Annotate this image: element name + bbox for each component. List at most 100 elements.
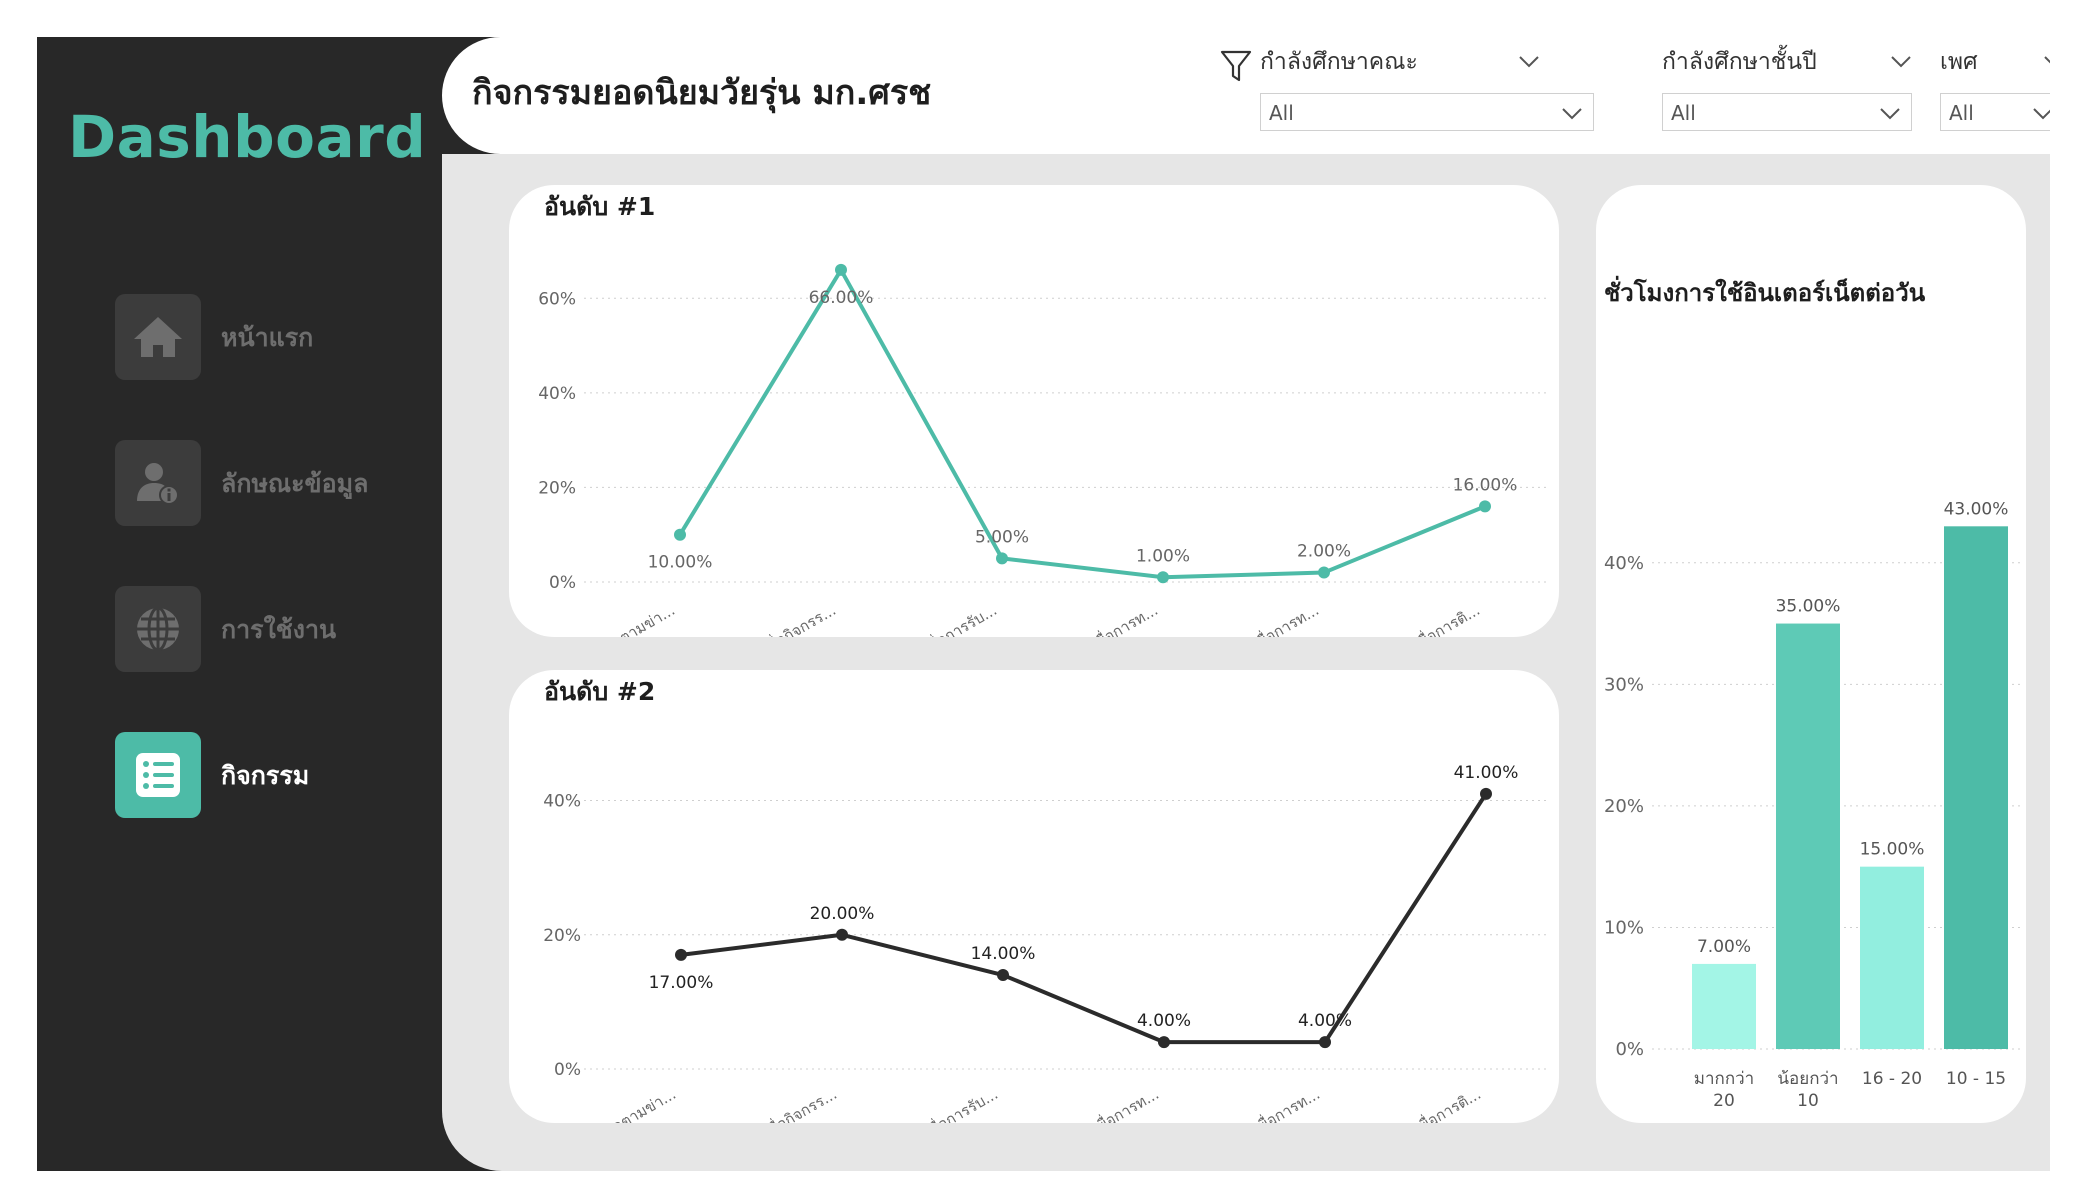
rank1-series-line bbox=[678, 267, 1486, 580]
slicer-year-label: กำลังศึกษาชั้นปี bbox=[1662, 49, 1817, 75]
rank2-data-point[interactable] bbox=[1480, 787, 1492, 800]
nav-label-usage: การใช้งาน bbox=[221, 615, 337, 644]
rank2-y-tick-label: 40% bbox=[543, 792, 581, 812]
rank2-x-tick-label: เพื่อการรับ... bbox=[920, 1083, 1001, 1123]
bar-data-label: 35.00% bbox=[1776, 597, 1841, 617]
bar-y-tick-label: 10% bbox=[1604, 917, 1644, 938]
rank2-data-label: 41.00% bbox=[1454, 763, 1519, 783]
rank1-data-point[interactable] bbox=[1479, 500, 1491, 513]
rank1-y-tick-label: 60% bbox=[538, 289, 576, 309]
rank1-y-tick-label: 20% bbox=[538, 478, 576, 498]
chevron-down-icon bbox=[2033, 108, 2050, 120]
rank1-line-chart: 0% 20% 40% 60% 10.00% 66.00% 5.00% 1.00% 2.00% 16… bbox=[538, 263, 1549, 637]
rank1-data-point[interactable] bbox=[1318, 566, 1330, 579]
rank2-data-label: 20.00% bbox=[810, 904, 875, 924]
rank1-data-point[interactable] bbox=[1157, 571, 1169, 584]
slicer-gender: เพศ All bbox=[1940, 45, 2050, 135]
rank2-data-label: 14.00% bbox=[971, 944, 1036, 964]
bar-category-label: มากกว่า bbox=[1694, 1069, 1754, 1089]
slicer-gender-label: เพศ bbox=[1940, 49, 1978, 75]
nav-label-data-profile: ลักษณะข้อมูล bbox=[221, 469, 369, 498]
bar-category-label: 16 - 20 bbox=[1862, 1069, 1922, 1089]
user-info-icon bbox=[115, 440, 201, 526]
chevron-down-icon bbox=[1880, 108, 1900, 120]
rank1-y-tick-label: 40% bbox=[538, 384, 576, 404]
rank2-line-chart: 0% 20% 40% 17.00% 20.00% 14.00% 4.00% 4.00% 41.0… bbox=[543, 763, 1549, 1123]
globe-icon bbox=[115, 586, 201, 672]
rank2-data-point[interactable] bbox=[1319, 1036, 1331, 1049]
bar-data-label: 15.00% bbox=[1860, 840, 1925, 860]
rank2-data-point[interactable] bbox=[1158, 1036, 1170, 1049]
slicer-year: กำลังศึกษาชั้นปี All bbox=[1662, 45, 1912, 135]
slicer-faculty-value: All bbox=[1269, 101, 1294, 125]
chevron-down-icon[interactable] bbox=[1890, 55, 1912, 69]
nav-label-activities: กิจกรรม bbox=[221, 761, 310, 790]
rank1-title: อันดับ #1 bbox=[544, 192, 656, 221]
rank1-data-label: 5.00% bbox=[975, 527, 1029, 547]
rank1-x-tick-label: เพื่อการรับ... bbox=[919, 599, 1000, 637]
rank1-data-label: 1.00% bbox=[1136, 546, 1190, 566]
nav-item-home[interactable]: หน้าแรก bbox=[115, 294, 475, 382]
slicer-faculty-label: กำลังศึกษาคณะ bbox=[1260, 49, 1418, 75]
rank2-x-tick-label: เพื่อการท... bbox=[1088, 1083, 1162, 1123]
bar-y-tick-label: 0% bbox=[1615, 1039, 1644, 1060]
chevron-down-icon[interactable] bbox=[2043, 55, 2050, 69]
rank1-x-tick-label: เพื่อการท... bbox=[1248, 599, 1322, 637]
rank1-x-tick-label: เพื่อการท... bbox=[1087, 599, 1161, 637]
bar-y-tick-label: 20% bbox=[1604, 796, 1644, 817]
bar-category-label: 20 bbox=[1713, 1091, 1735, 1111]
rank2-x-tick-label: ติดตามข่า... bbox=[600, 1085, 679, 1123]
internet-hours-bar-chart: 0% 10% 20% 30% 40% 7.00% มากกว่า20 35.00% น้อยกว… bbox=[1604, 499, 2020, 1111]
rank1-data-label: 2.00% bbox=[1297, 542, 1351, 562]
bar[interactable] bbox=[1860, 866, 1924, 1049]
rank2-card: อันดับ #2 0% 20% 40% 17.00% 20.00% 14.00% 4.00… bbox=[509, 670, 1559, 1123]
bar-category-label: 10 bbox=[1797, 1091, 1819, 1111]
rank1-data-point[interactable] bbox=[674, 528, 686, 541]
bar-category-label: 10 - 15 bbox=[1946, 1069, 2006, 1089]
chevron-down-icon[interactable] bbox=[1518, 55, 1540, 69]
chevron-down-icon bbox=[1562, 108, 1582, 120]
rank2-data-point[interactable] bbox=[836, 928, 848, 941]
rank1-y-tick-label: 0% bbox=[549, 573, 576, 593]
slicer-year-value: All bbox=[1671, 101, 1696, 125]
bar-y-tick-label: 40% bbox=[1604, 553, 1644, 574]
nav-label-home: หน้าแรก bbox=[221, 323, 314, 352]
rank1-data-point[interactable] bbox=[835, 263, 847, 276]
internet-hours-card: ชั่วโมงการใช้อินเตอร์เน็ตต่อวัน 0% 10% 20%… bbox=[1596, 185, 2026, 1123]
bar[interactable] bbox=[1944, 526, 2008, 1049]
rank2-data-point[interactable] bbox=[675, 948, 687, 961]
slicer-gender-value: All bbox=[1949, 101, 1974, 125]
rank1-card: อันดับ #1 0% 20% 40% 60% 10.00% 66.00% 5.00% 1.… bbox=[509, 185, 1559, 637]
slicer-faculty-dropdown[interactable]: All bbox=[1260, 93, 1594, 131]
rank1-x-tick-label: เพื่อกิจกรร... bbox=[759, 599, 839, 637]
rank1-x-tick-label: ติดตามข่า... bbox=[599, 601, 678, 637]
slicer-year-dropdown[interactable]: All bbox=[1662, 93, 1912, 131]
rank2-series-line bbox=[680, 792, 1488, 1045]
rank2-data-label: 17.00% bbox=[649, 973, 714, 993]
nav-item-activities[interactable]: กิจกรรม bbox=[115, 732, 475, 820]
list-icon bbox=[115, 732, 201, 818]
rank1-data-label: 66.00% bbox=[809, 288, 874, 308]
nav-item-usage[interactable]: การใช้งาน bbox=[115, 586, 475, 674]
bar-y-tick-label: 30% bbox=[1604, 674, 1644, 695]
rank2-x-tick-label: เพื่อการท... bbox=[1249, 1083, 1323, 1123]
slicer-gender-dropdown[interactable]: All bbox=[1940, 93, 2050, 131]
rank2-y-tick-label: 20% bbox=[543, 926, 581, 946]
bar-data-label: 43.00% bbox=[1944, 499, 2009, 519]
bar-data-label: 7.00% bbox=[1697, 937, 1751, 957]
brand-title: Dashboard bbox=[68, 103, 427, 171]
rank2-title: อันดับ #2 bbox=[544, 677, 656, 706]
internet-hours-title: ชั่วโมงการใช้อินเตอร์เน็ตต่อวัน bbox=[1604, 279, 1926, 307]
rank1-data-label: 16.00% bbox=[1453, 475, 1518, 495]
rank2-data-point[interactable] bbox=[997, 969, 1009, 982]
bar[interactable] bbox=[1776, 623, 1840, 1049]
rank2-y-tick-label: 0% bbox=[554, 1060, 581, 1080]
bar-category-label: น้อยกว่า bbox=[1777, 1069, 1838, 1089]
bar[interactable] bbox=[1692, 963, 1756, 1049]
rank1-data-point[interactable] bbox=[996, 552, 1008, 565]
home-icon bbox=[115, 294, 201, 380]
rank1-x-tick-label: เพื่อการติ... bbox=[1409, 599, 1483, 637]
filter-icon bbox=[1220, 50, 1252, 82]
header-bar: กิจกรรมยอดนิยมวัยรุ่น มก.ศรช กำลังศึกษาค… bbox=[442, 37, 2050, 154]
nav-item-data-profile[interactable]: ลักษณะข้อมูล bbox=[115, 440, 475, 528]
